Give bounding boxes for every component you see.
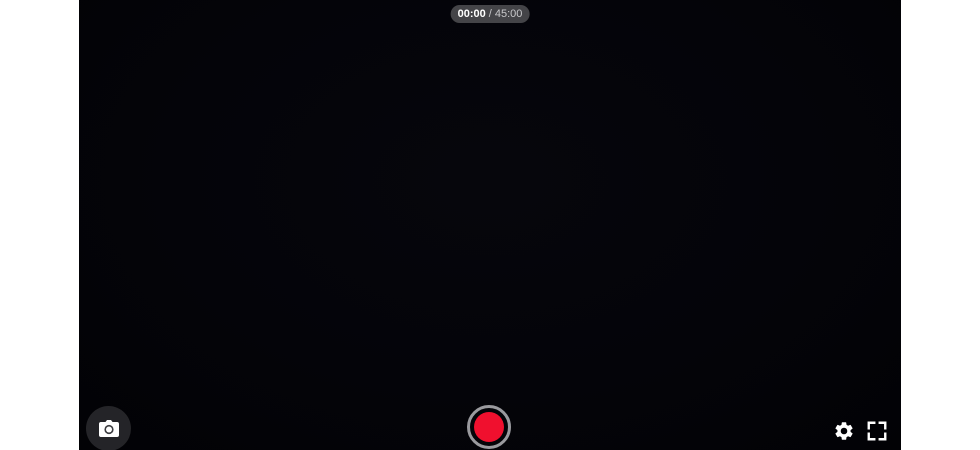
camera-preview: 00:00 / 45:00	[79, 0, 901, 450]
camera-icon	[97, 417, 121, 441]
record-button[interactable]	[467, 405, 511, 449]
fullscreen-button[interactable]	[865, 419, 889, 443]
timer-separator: /	[488, 8, 492, 20]
timer-total: 45:00	[494, 8, 523, 20]
recording-timer: 00:00 / 45:00	[450, 5, 530, 23]
timer-elapsed: 00:00	[457, 8, 486, 20]
settings-button[interactable]	[832, 419, 856, 443]
fullscreen-icon	[866, 420, 888, 442]
page: 00:00 / 45:00	[0, 0, 980, 450]
record-icon	[474, 412, 504, 442]
snapshot-button[interactable]	[86, 406, 131, 450]
gear-icon	[833, 420, 855, 442]
